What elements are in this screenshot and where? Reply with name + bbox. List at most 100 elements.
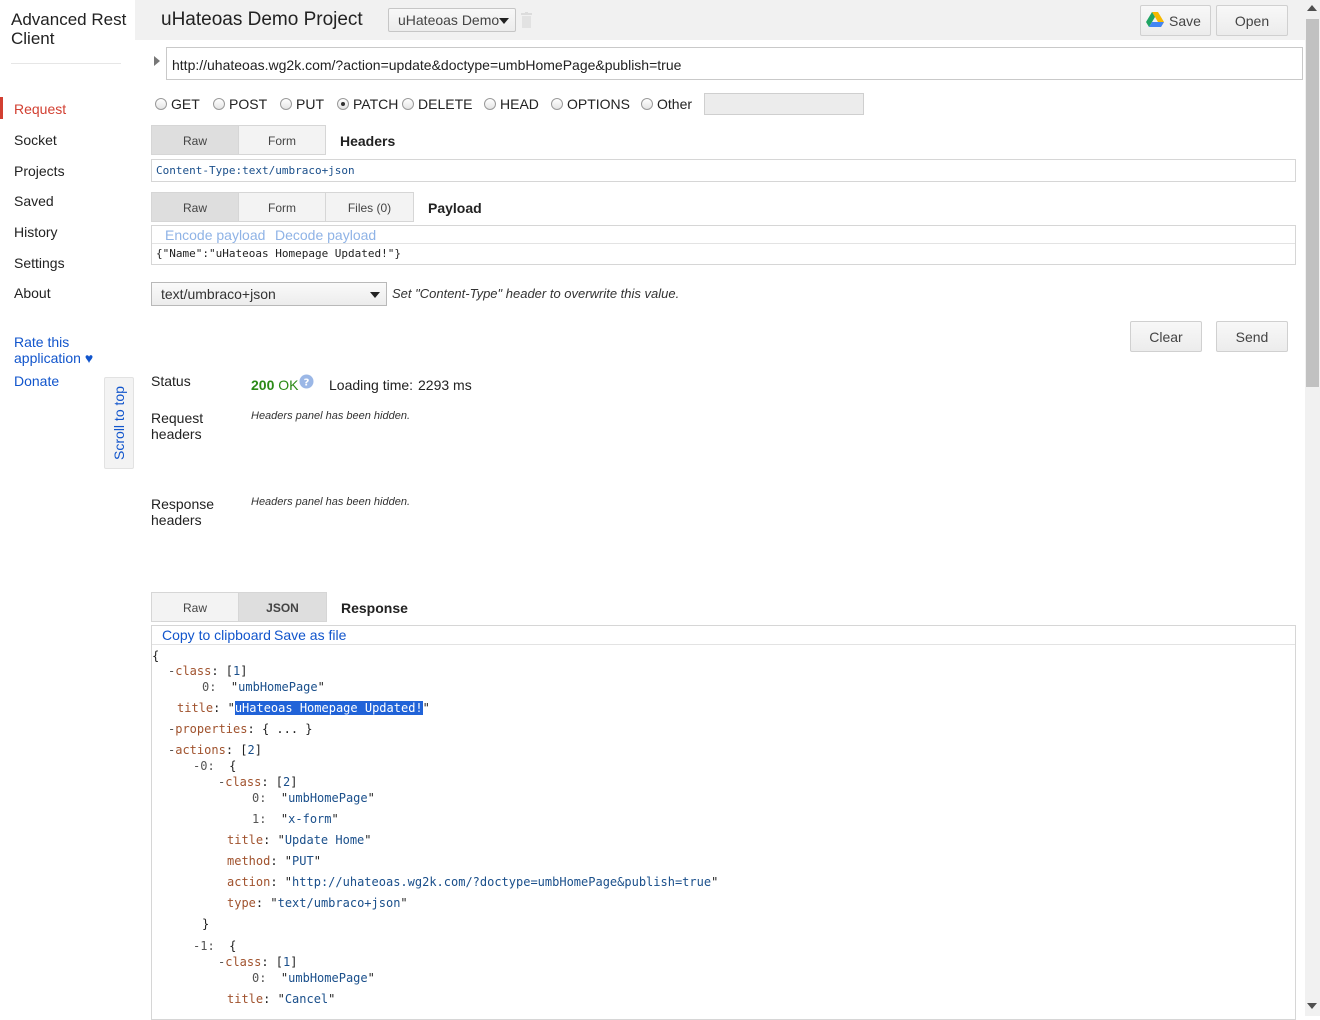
method-label: PATCH	[353, 96, 399, 112]
method-get[interactable]: GET	[155, 96, 200, 112]
method-label: PUT	[296, 96, 324, 112]
content-type-value: text/umbraco+json	[161, 286, 276, 302]
headers-section-label: Headers	[340, 133, 396, 149]
response-tab-json[interactable]: JSON	[238, 592, 327, 622]
other-method-input[interactable]	[704, 93, 864, 115]
json-title-value-selected[interactable]: uHateoas Homepage Updated!	[234, 701, 423, 715]
json-action0-class-1: 1: "x-form"	[252, 812, 339, 826]
decode-payload-link[interactable]: Decode payload	[275, 227, 376, 243]
method-head[interactable]: HEAD	[484, 96, 539, 112]
headers-tab-raw[interactable]: Raw	[151, 125, 239, 155]
json-count: 1	[283, 955, 291, 969]
sidebar-item-projects[interactable]: Projects	[14, 163, 65, 179]
radio-selected-icon	[337, 98, 349, 110]
method-label: Other	[657, 96, 693, 112]
request-headers-note: Headers panel has been hidden.	[251, 410, 411, 422]
payload-tab-form[interactable]: Form	[238, 192, 326, 222]
save-as-file-link[interactable]: Save as file	[274, 627, 346, 643]
sidebar-divider	[11, 63, 121, 64]
radio-icon	[402, 98, 414, 110]
sidebar-item-request[interactable]: Request	[14, 101, 66, 117]
radio-icon	[551, 98, 563, 110]
chevron-down-icon	[499, 18, 509, 24]
save-label: Save	[1169, 13, 1201, 29]
payload-tab-raw[interactable]: Raw	[151, 192, 239, 222]
json-count: 2	[247, 743, 255, 757]
json-actions-line: -actions: [2]	[168, 743, 262, 757]
rate-app-link[interactable]: Rate this application ♥	[14, 334, 93, 366]
sidebar-item-about[interactable]: About	[14, 285, 51, 301]
json-value: text/umbraco+json	[277, 896, 401, 910]
sidebar: Advanced Rest Client Request Socket Proj…	[0, 0, 135, 1016]
method-label: HEAD	[500, 96, 539, 112]
content-type-select[interactable]: text/umbraco+json	[151, 282, 387, 306]
scrollbar-thumb[interactable]	[1306, 19, 1319, 387]
json-action1-title: title: "Cancel"	[227, 992, 336, 1006]
json-value: umbHomePage	[238, 680, 318, 694]
json-open-brace: {	[152, 649, 160, 663]
rate-line1: Rate this	[14, 334, 70, 350]
loading-time-value: 2293 ms	[418, 377, 472, 393]
url-input[interactable]: http://uhateoas.wg2k.com/?action=update&…	[166, 47, 1303, 80]
payload-section-label: Payload	[428, 200, 482, 216]
status-text: OK	[278, 377, 299, 393]
google-drive-icon	[1146, 12, 1164, 27]
send-button[interactable]: Send	[1216, 321, 1288, 352]
method-delete[interactable]: DELETE	[402, 96, 472, 112]
radio-icon	[213, 98, 225, 110]
sidebar-item-saved[interactable]: Saved	[14, 193, 54, 209]
svg-text:?: ?	[304, 378, 310, 389]
json-action0-type: type: "text/umbraco+json"	[227, 896, 408, 910]
scroll-to-top-button[interactable]: Scroll to top	[104, 377, 134, 469]
json-value: Update Home	[284, 833, 365, 847]
method-put[interactable]: PUT	[280, 96, 324, 112]
json-collapsed[interactable]: { ... }	[262, 722, 313, 736]
sidebar-item-history[interactable]: History	[14, 224, 58, 240]
headers-raw-editor[interactable]: Content-Type:text/umbraco+json	[151, 159, 1296, 182]
trash-icon[interactable]	[521, 12, 532, 28]
payload-body[interactable]: {"Name":"uHateoas Homepage Updated!"}	[156, 247, 401, 260]
json-action0-method: method: "PUT"	[227, 854, 321, 868]
scroll-up-icon[interactable]	[1307, 5, 1317, 11]
method-label: POST	[229, 96, 268, 112]
headers-raw-text: Content-Type:text/umbraco+json	[156, 164, 355, 177]
json-count: 2	[283, 775, 291, 789]
method-other[interactable]: Other	[641, 96, 692, 112]
chevron-down-icon	[370, 292, 380, 298]
rate-line2: application ♥	[14, 350, 94, 366]
response-divider	[152, 644, 1295, 645]
radio-icon	[280, 98, 292, 110]
radio-icon	[641, 98, 653, 110]
json-key: class	[225, 955, 262, 969]
content-type-note: Set "Content-Type" header to overwrite t…	[392, 286, 680, 301]
json-url-link[interactable]: http://uhateoas.wg2k.com/?doctype=umbHom…	[292, 875, 711, 889]
response-headers-label-line2: headers	[151, 512, 202, 528]
headers-tab-form[interactable]: Form	[238, 125, 326, 155]
json-value: PUT	[292, 854, 314, 868]
sidebar-item-socket[interactable]: Socket	[14, 132, 57, 148]
open-button[interactable]: Open	[1216, 5, 1288, 36]
scroll-down-icon[interactable]	[1307, 1003, 1317, 1009]
donate-link[interactable]: Donate	[14, 373, 59, 389]
method-post[interactable]: POST	[213, 96, 267, 112]
loading-time-label: Loading time:	[329, 377, 414, 393]
request-headers-label: Request headers	[151, 410, 203, 442]
json-action1-class: -class: [1]	[218, 955, 298, 969]
payload-tab-files[interactable]: Files (0)	[325, 192, 414, 222]
app-title-line2: Client	[11, 29, 55, 48]
method-patch[interactable]: PATCH	[337, 96, 398, 112]
response-tab-raw[interactable]: Raw	[151, 592, 239, 622]
json-properties-line: -properties: { ... }	[168, 722, 313, 736]
radio-icon	[155, 98, 167, 110]
project-select-value: uHateoas Demo	[398, 12, 500, 28]
clear-button[interactable]: Clear	[1130, 321, 1202, 352]
help-icon[interactable]: ?	[299, 374, 314, 389]
copy-to-clipboard-link[interactable]: Copy to clipboard	[162, 627, 271, 643]
method-options[interactable]: OPTIONS	[551, 96, 630, 112]
project-select[interactable]: uHateoas Demo	[388, 8, 516, 32]
sidebar-item-settings[interactable]: Settings	[14, 255, 65, 271]
expand-url-icon[interactable]	[154, 56, 160, 66]
encode-payload-link[interactable]: Encode payload	[165, 227, 265, 243]
method-label: OPTIONS	[567, 96, 631, 112]
json-action1-line: -1: {	[193, 939, 237, 953]
